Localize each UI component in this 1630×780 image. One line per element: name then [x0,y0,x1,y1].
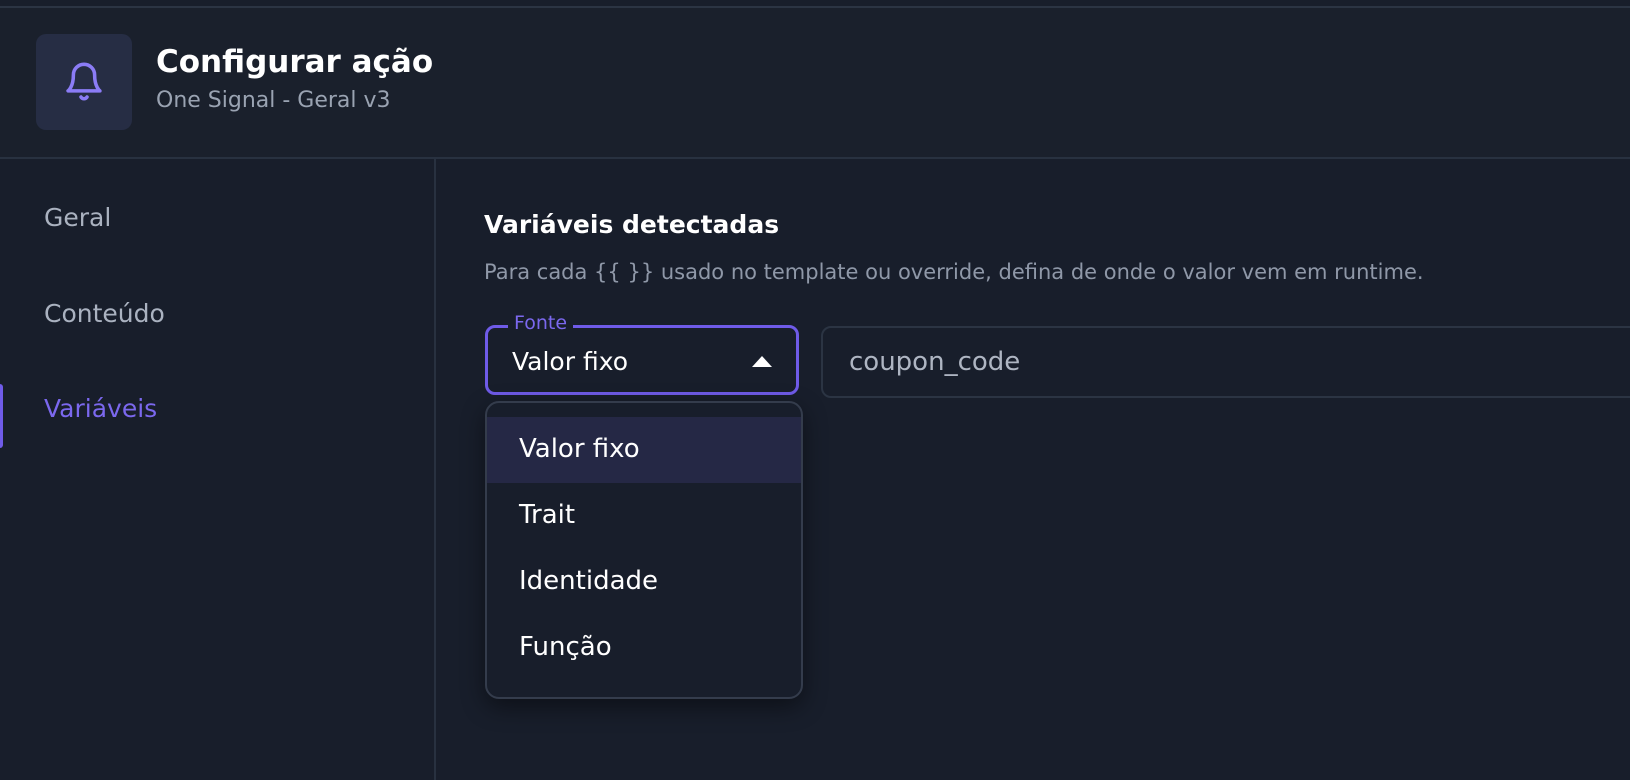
dialog-subtitle: One Signal - Geral v3 [156,88,391,113]
sidebar-nav: Geral Conteúdo Variáveis [0,159,436,780]
option-valor-fixo[interactable]: Valor fixo [487,417,801,483]
variable-name-field[interactable] [821,326,1630,398]
source-select-label: Fonte [508,312,574,334]
bell-icon [66,62,102,101]
sidebar-item-variaveis[interactable]: Variáveis [0,380,434,448]
sidebar-item-label: Variáveis [44,394,158,423]
sidebar-item-label: Geral [44,203,112,232]
source-select[interactable]: Fonte Valor fixo [485,312,799,395]
section-description: Para cada {{ }} usado no template ou ove… [484,260,1424,284]
dialog-title: Configurar ação [156,44,434,80]
active-indicator [0,384,3,448]
section-title: Variáveis detectadas [484,210,780,239]
caret-up-icon [752,356,772,367]
option-label: Trait [519,500,576,530]
sidebar-item-label: Conteúdo [44,299,165,328]
option-label: Valor fixo [519,434,640,464]
source-select-value: Valor fixo [512,347,629,376]
option-identidade[interactable]: Identidade [487,549,801,615]
sidebar-item-geral[interactable]: Geral [0,189,434,249]
option-trait[interactable]: Trait [487,483,801,549]
option-funcao[interactable]: Função [487,615,801,681]
source-dropdown-menu: Valor fixo Trait Identidade Função [485,401,803,699]
option-label: Identidade [519,566,659,596]
dialog-header: Configurar ação One Signal - Geral v3 [0,8,1630,159]
header-icon-container [36,34,132,130]
sidebar-item-conteudo[interactable]: Conteúdo [0,285,434,345]
option-label: Função [519,632,612,662]
